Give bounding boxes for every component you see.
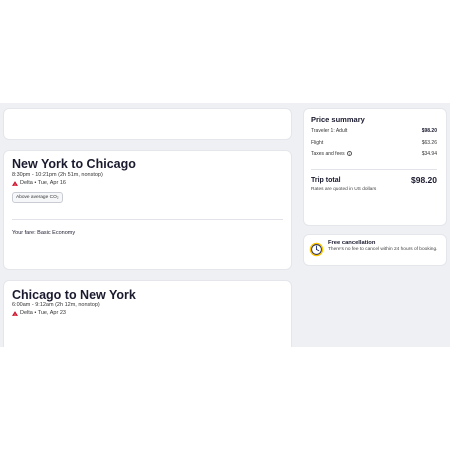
price-row-value: $34.94	[421, 151, 437, 157]
price-row-label: Flight	[311, 140, 324, 146]
leg-title: Chicago to New York	[12, 288, 136, 302]
divider	[12, 219, 283, 220]
leg-times: 6:00am - 9:12am (2h 12m, nonstop)	[12, 302, 100, 308]
rates-note: Rates are quoted in US dollars	[311, 187, 377, 192]
delta-logo-icon	[12, 310, 18, 316]
trip-total-label: Trip total	[311, 176, 341, 184]
leg-airline-date: Delta • Tue, Apr 16	[12, 180, 66, 186]
price-summary-title: Price summary	[311, 115, 365, 124]
leg-airline-date: Delta • Tue, Apr 23	[12, 310, 66, 316]
empty-card	[3, 108, 292, 140]
leg-times: 8:30pm - 10:21pm (2h 51m, nonstop)	[12, 172, 103, 178]
trip-total-row: Trip total $98.20	[311, 175, 437, 185]
co2-badge: Above average CO₂	[12, 192, 63, 203]
leg-title: New York to Chicago	[12, 157, 136, 171]
free-cancellation-text: There's no fee to cancel within 24 hours…	[328, 247, 438, 252]
free-cancellation-title: Free cancellation	[328, 240, 376, 246]
flight-leg-return[interactable]: Chicago to New York 6:00am - 9:12am (2h …	[3, 280, 292, 347]
price-row-label: Taxes and fees	[311, 151, 345, 157]
airline-date-text: Delta • Tue, Apr 16	[20, 180, 66, 186]
price-row-value: $98.20	[421, 128, 437, 134]
price-row-label: Traveler 1: Adult	[311, 128, 348, 134]
delta-logo-icon	[12, 180, 18, 186]
price-row-traveler: Traveler 1: Adult $98.20	[311, 128, 437, 134]
divider	[311, 169, 437, 170]
airline-date-text: Delta • Tue, Apr 23	[20, 310, 66, 316]
free-cancellation-card: Free cancellation There's no fee to canc…	[303, 234, 447, 266]
trip-total-value: $98.20	[411, 175, 437, 185]
fare-type: Your fare: Basic Economy	[12, 230, 76, 236]
taxes-label-group: Taxes and fees i	[311, 151, 353, 157]
price-summary-card: Price summary Traveler 1: Adult $98.20 F…	[303, 108, 447, 226]
price-row-value: $63.26	[421, 140, 437, 146]
info-icon[interactable]: i	[347, 151, 353, 157]
flight-leg-outbound[interactable]: New York to Chicago 8:30pm - 10:21pm (2h…	[3, 150, 292, 270]
clock-icon	[309, 242, 324, 257]
price-row-flight: Flight $63.26	[311, 140, 437, 146]
price-row-taxes: Taxes and fees i $34.94	[311, 151, 437, 157]
